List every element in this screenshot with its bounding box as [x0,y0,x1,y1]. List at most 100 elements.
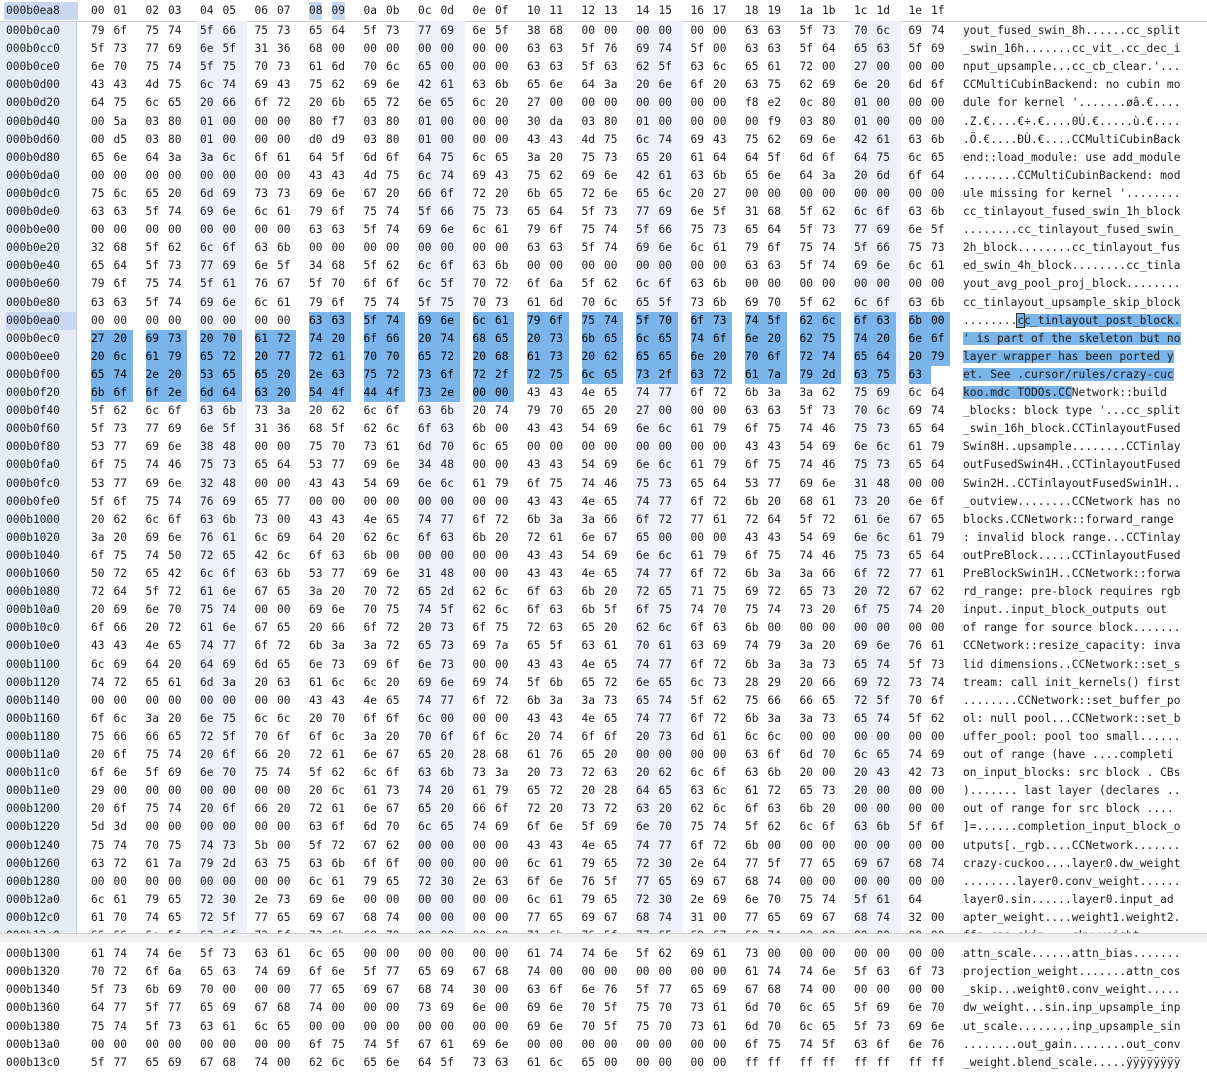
hex-byte[interactable]: 65 [854,656,873,674]
hex-byte[interactable]: 68 [332,257,351,275]
hex-byte[interactable]: 00 [441,58,460,76]
hex-byte[interactable]: 65 [604,710,623,728]
hex-byte[interactable]: 00 [309,239,328,257]
hex-byte[interactable]: 00 [418,891,437,909]
hex-byte[interactable]: 61 [223,529,242,547]
hex-byte[interactable]: 69 [877,999,896,1017]
hex-byte[interactable]: 62 [332,764,351,782]
hex-byte[interactable]: 43 [91,637,110,655]
ascii-text[interactable]: utputs[._rgb....CCNetwork....... [963,837,1198,855]
hex-byte[interactable]: 6e [255,257,274,275]
hex-byte[interactable]: 2e [168,384,187,402]
hex-byte[interactable]: 75 [364,203,383,221]
hex-byte[interactable]: 20 [876,329,896,348]
hex-byte[interactable]: 6b [582,601,601,619]
hex-byte[interactable]: 65 [91,149,110,167]
hex-byte[interactable]: 00 [223,692,242,710]
hex-byte[interactable]: 69 [713,981,732,999]
hex-byte[interactable]: 72 [114,855,133,873]
hex-byte[interactable]: 75 [745,131,764,149]
hex-byte[interactable]: 74 [168,746,187,764]
hex-byte[interactable]: 00 [822,945,841,963]
hex-byte[interactable]: 5f [800,402,819,420]
hex-byte[interactable]: 5f [200,58,219,76]
hex-byte[interactable]: 6f [146,963,165,981]
hex-byte[interactable]: 72 [222,347,242,366]
hex-byte[interactable]: 00 [495,837,514,855]
hex-byte[interactable]: 00 [659,529,678,547]
hex-byte[interactable]: 6f [364,619,383,637]
hex-byte[interactable]: 69 [418,311,441,330]
hex-byte[interactable]: 66 [822,674,841,692]
hex-byte[interactable]: 00 [114,221,133,239]
hex-byte[interactable]: 00 [364,1018,383,1036]
hex-byte[interactable]: 00 [931,113,950,131]
hex-byte[interactable]: 6e [636,818,655,836]
hex-byte[interactable]: 20 [713,347,732,366]
hex-byte[interactable]: 69 [604,818,623,836]
hex-byte[interactable]: 63 [255,565,274,583]
hex-byte[interactable]: 01 [418,131,437,149]
hex-byte[interactable]: 77 [659,837,678,855]
hex-byte[interactable]: 6e [604,945,623,963]
hex-byte[interactable]: 69 [364,981,383,999]
hex-byte[interactable]: 73 [931,239,950,257]
hex-byte[interactable]: 00 [332,239,351,257]
hex-byte[interactable]: 75 [582,221,601,239]
hex-byte[interactable]: 00 [146,873,165,891]
hex-byte[interactable]: 77 [277,493,296,511]
hex-byte[interactable]: 42 [854,131,873,149]
hex-byte[interactable]: 6c [277,547,296,565]
hex-byte[interactable]: 6e [908,329,931,348]
hex-byte[interactable]: 3a [800,656,819,674]
hex-byte[interactable]: 75 [223,58,242,76]
hex-byte[interactable]: 79 [527,221,546,239]
hex-byte[interactable]: 66 [877,239,896,257]
hex-byte[interactable]: ff [822,1054,841,1072]
hex-byte[interactable]: 61 [527,746,546,764]
hex-byte[interactable]: 67 [604,529,623,547]
hex-byte[interactable]: 70 [200,981,219,999]
hex-byte[interactable]: 6b [745,656,764,674]
hex-byte[interactable]: 63 [331,311,351,330]
hex-byte[interactable]: 00 [877,275,896,293]
hex-byte[interactable]: 62 [800,76,819,94]
hex-byte[interactable]: 79 [582,891,601,909]
hex-byte[interactable]: 72 [713,365,732,384]
hex-byte[interactable]: 00 [332,40,351,58]
hex-byte[interactable]: 00 [495,384,514,402]
hex-row[interactable]: 000b0e20 32 68 5f 62 6c 6f 63 6b 00 00 00 00 00 00 00 00… [0,239,1207,257]
hex-byte[interactable]: 69 [931,746,950,764]
hex-byte[interactable]: 6e [550,1018,569,1036]
hex-byte[interactable]: 63 [495,873,514,891]
hex-byte[interactable]: 74 [745,311,768,330]
hex-byte[interactable]: 6f [527,275,546,293]
ascii-text[interactable]: layer0.sin......layer0.input_ad [963,891,1198,909]
hex-byte[interactable]: 5f [441,275,460,293]
hex-byte[interactable]: 61 [145,347,168,366]
hex-byte[interactable]: 20 [168,656,187,674]
hex-byte[interactable]: 6f [691,837,710,855]
hex-byte[interactable]: 72 [309,347,332,366]
hex-byte[interactable]: 65 [146,185,165,203]
hex-byte[interactable]: 00 [386,999,405,1017]
hex-byte[interactable]: 6c [800,818,819,836]
ascii-text[interactable]: apter_weight....weight1.weight2. [963,909,1198,927]
hex-byte[interactable]: 6e [418,656,437,674]
hex-byte[interactable]: 6d [800,746,819,764]
ascii-text[interactable]: yout_avg_pool_proj_block........ [963,275,1198,293]
hex-byte[interactable]: 46 [168,456,187,474]
hex-byte[interactable]: 6f [114,22,133,40]
hex-byte[interactable]: 00 [332,1018,351,1036]
hex-byte[interactable]: 00 [745,113,764,131]
ascii-text[interactable]: .Õ.€....ÐÙ.€....CCMultiCubinBack [963,131,1198,149]
hex-byte[interactable]: 62 [822,294,841,312]
hex-byte[interactable]: 75 [146,58,165,76]
hex-byte[interactable]: 00 [114,167,133,185]
hex-byte[interactable]: 66 [223,22,242,40]
hex-byte[interactable]: 79 [309,203,328,221]
hex-byte[interactable]: 6e [332,891,351,909]
hex-byte[interactable]: 6e [386,565,405,583]
hex-byte[interactable]: 73 [114,981,133,999]
hex-byte[interactable]: 69 [223,493,242,511]
